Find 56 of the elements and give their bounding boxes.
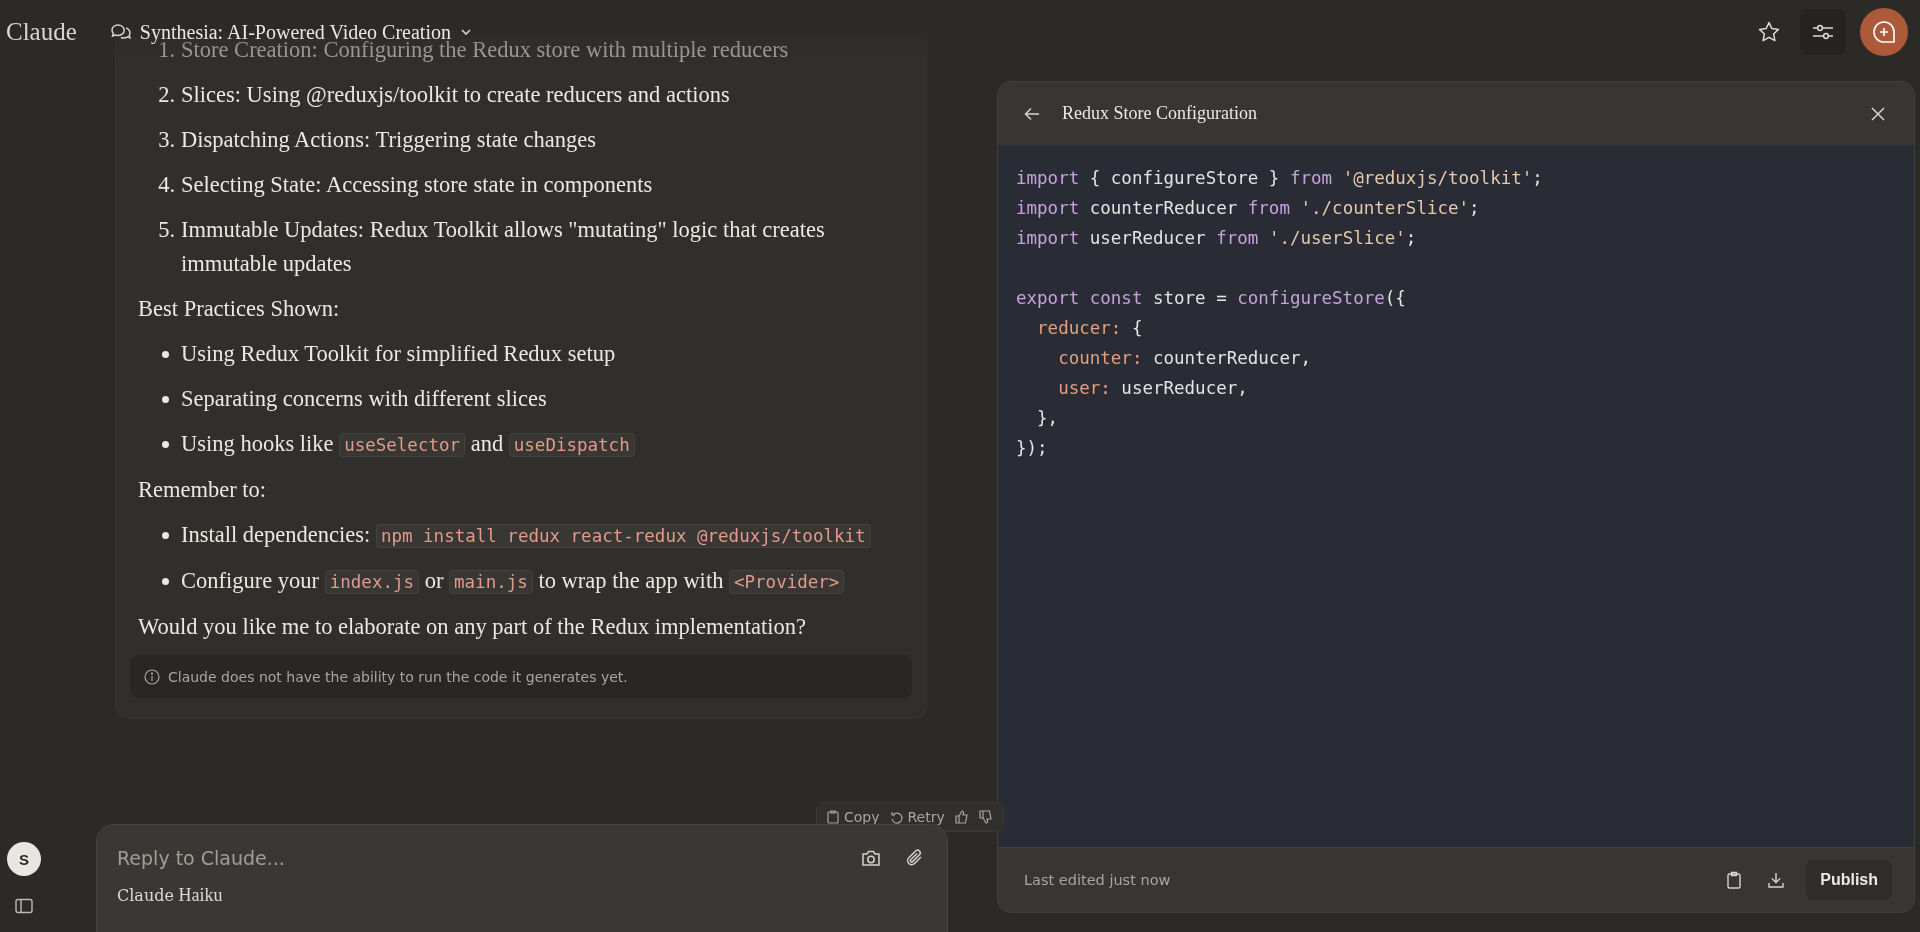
bullet-icon xyxy=(162,351,169,358)
message-paragraph: Would you like me to elaborate on any part of the Redux implementation? xyxy=(138,613,807,641)
code-line: user: userReducer, xyxy=(1057,377,1249,400)
retry-icon xyxy=(889,810,903,824)
list-number: 3. xyxy=(157,126,176,154)
status-text: Last edited just now xyxy=(1024,872,1171,888)
clipboard-icon xyxy=(827,810,839,824)
publish-button[interactable]: Publish xyxy=(1806,860,1892,900)
sliders-icon xyxy=(1812,23,1834,41)
list-item-text: Using hooks like useSelector and useDispatch xyxy=(181,427,912,462)
code-line: reducer: { xyxy=(1036,317,1144,340)
new-chat-button[interactable] xyxy=(1860,8,1908,56)
bullet-icon xyxy=(162,578,169,585)
close-icon xyxy=(1871,106,1885,121)
info-icon xyxy=(144,668,160,685)
notice-text: Claude does not have the ability to run the code it generates yet. xyxy=(168,668,628,685)
chat-bubbles-icon xyxy=(109,22,131,42)
user-avatar[interactable]: S xyxy=(7,842,41,876)
list-item-text: Configure your index.js or main.js to wrap the app with <Provider> xyxy=(181,564,912,599)
list-item-text: Install dependencies: npm install redux react-redux @reduxjs/toolkit xyxy=(181,518,912,553)
list-item-text: Selecting State: Accessing store state in components xyxy=(181,171,654,199)
list-number: 4. xyxy=(157,171,176,199)
list-item-text: Dispatching Actions: Triggering state changes xyxy=(181,126,597,154)
reply-input[interactable]: Reply to Claude... xyxy=(117,839,839,877)
chevron-down-icon xyxy=(460,28,472,36)
thumbs-up-button[interactable] xyxy=(954,809,969,825)
model-selector[interactable]: Claude Haiku xyxy=(117,885,223,906)
reply-field[interactable]: Reply to Claude... Claude Haiku xyxy=(96,824,948,932)
code-line: import counterReducer from './counterSlice'; xyxy=(1016,197,1481,220)
bullet-icon xyxy=(162,396,169,403)
code-line: }, xyxy=(1036,407,1060,430)
star-icon xyxy=(1757,20,1781,44)
thumbs-down-button[interactable] xyxy=(978,809,993,825)
code-line: export const store = configureStore({ xyxy=(1016,287,1407,310)
list-number: 5. xyxy=(157,216,176,244)
code-line: }); xyxy=(1016,437,1049,460)
artifact-title: Redux Store Configuration xyxy=(1062,103,1257,124)
code-line: import userReducer from './userSlice'; xyxy=(1016,227,1418,250)
copy-button[interactable]: Copy xyxy=(827,809,880,825)
code-line: counter: counterReducer, xyxy=(1057,347,1312,370)
app-logo[interactable]: Claude xyxy=(6,18,77,46)
new-chat-icon xyxy=(1871,19,1897,45)
code-line: import { configureStore } from '@reduxjs/toolkit'; xyxy=(1016,167,1544,190)
list-item-text: Slices: Using @reduxjs/toolkit to create reducers and actions xyxy=(181,81,731,109)
list-item-text: Using Redux Toolkit for simplified Redux setup xyxy=(181,340,617,368)
settings-button[interactable] xyxy=(1800,9,1846,55)
list-item-text: Separating concerns with different slices xyxy=(181,385,548,413)
message-paragraph: Best Practices Shown: xyxy=(138,295,341,323)
list-item-text: Immutable Updates: Redux Toolkit allows "mutating" logic that creates immutable updates xyxy=(181,216,826,278)
message-paragraph: Remember to: xyxy=(138,476,268,504)
bullet-icon xyxy=(162,532,169,539)
list-number: 2. xyxy=(157,81,176,109)
back-arrow-icon xyxy=(1024,106,1040,121)
bullet-icon xyxy=(162,441,169,448)
retry-button[interactable]: Retry xyxy=(889,809,945,825)
sidebar-toggle-button[interactable] xyxy=(13,896,35,916)
